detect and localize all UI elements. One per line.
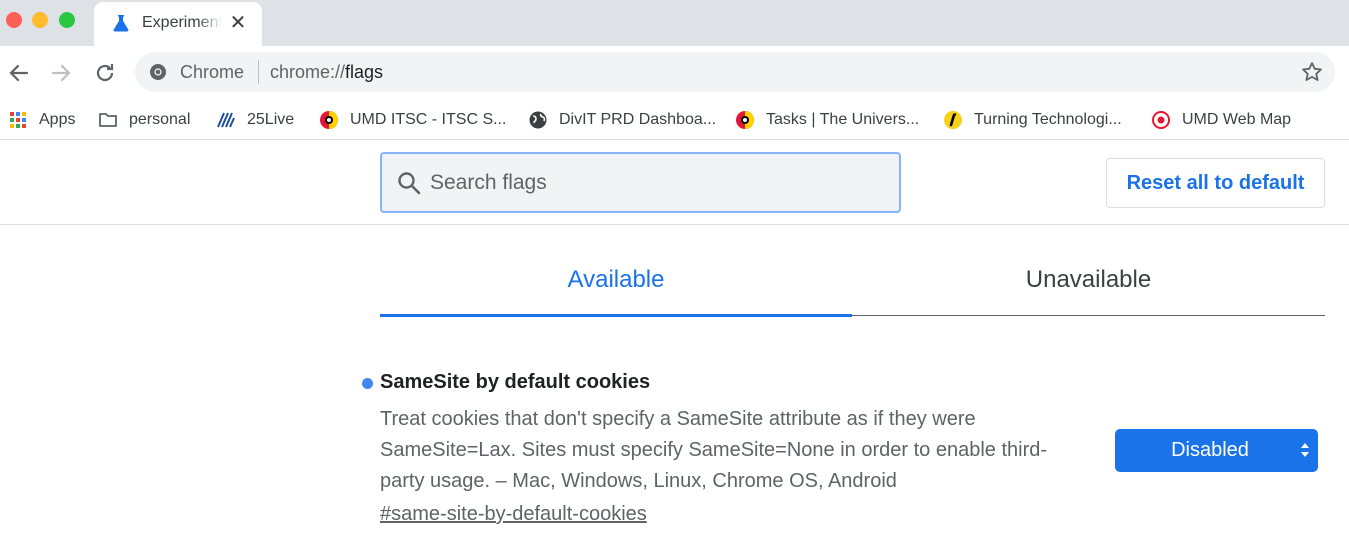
tab-strip: Experiments ✕ — [0, 0, 1349, 46]
minimize-window-button[interactable] — [32, 12, 48, 28]
25live-icon — [217, 112, 235, 128]
reload-icon[interactable] — [92, 60, 118, 86]
experiment-state-value: Disabled — [1171, 439, 1249, 461]
search-flags-input[interactable] — [430, 164, 870, 202]
flags-tabs: Available Unavailable — [380, 240, 1325, 318]
umd-map-icon — [1152, 111, 1170, 129]
search-box[interactable] — [380, 152, 901, 213]
omnibox-scheme-label: Chrome — [180, 62, 245, 82]
bookmark-label: UMD ITSC - ITSC S... — [350, 111, 507, 128]
select-updown-arrows-icon — [1301, 443, 1309, 457]
chrome-logo-icon — [150, 64, 166, 80]
forward-arrow-icon[interactable] — [48, 60, 74, 86]
bookmark-label: UMD Web Map — [1182, 111, 1292, 128]
omnibox-separator — [258, 60, 259, 84]
modified-indicator-dot — [362, 378, 373, 389]
omnibox-url: chrome://flags — [270, 62, 383, 83]
tab-unavailable[interactable]: Unavailable — [852, 240, 1325, 316]
bookmark-divit-dashboard[interactable]: DivIT PRD Dashboa... — [528, 106, 716, 134]
address-bar[interactable]: Chrome chrome://flags — [135, 52, 1335, 92]
reset-all-button[interactable]: Reset all to default — [1106, 158, 1325, 208]
bookmark-label: personal — [129, 111, 191, 128]
experiment-description: Treat cookies that don't specify a SameS… — [380, 408, 1048, 492]
selected-tab-indicator — [380, 314, 852, 317]
tab-available[interactable]: Available — [380, 240, 852, 316]
close-tab-icon[interactable]: ✕ — [226, 11, 250, 35]
omnibox-url-host: flags — [345, 62, 384, 82]
bookmark-label: DivIT PRD Dashboa... — [559, 111, 717, 128]
toolbar: Chrome chrome://flags — [0, 46, 1349, 100]
bookmark-star-icon[interactable] — [1300, 60, 1324, 84]
zoom-window-button[interactable] — [59, 12, 75, 28]
experiment-state-select[interactable]: Disabled — [1115, 429, 1318, 472]
globe-icon — [529, 111, 547, 129]
bookmark-label: Tasks | The Univers... — [766, 111, 920, 128]
close-window-button[interactable] — [6, 12, 22, 28]
bookmarks-bar: Apps personal 25Live UMD ITSC - ITSC S..… — [0, 100, 1349, 140]
search-icon — [398, 172, 421, 195]
experiment-permalink[interactable]: #same-site-by-default-cookies — [380, 503, 647, 526]
apps-grid-icon — [10, 112, 26, 128]
bookmark-label: Turning Technologi... — [974, 111, 1122, 128]
bookmark-label: Apps — [39, 111, 76, 128]
turning-logo-icon — [944, 111, 962, 129]
tab-divider — [852, 315, 1325, 316]
bookmark-label: 25Live — [247, 111, 295, 128]
flask-icon — [113, 15, 129, 32]
folder-icon — [99, 113, 117, 127]
umd-logo-icon — [320, 111, 338, 129]
bookmark-umd-itsc[interactable]: UMD ITSC - ITSC S... — [319, 106, 506, 134]
back-arrow-icon[interactable] — [6, 60, 32, 86]
browser-tab-experiments[interactable]: Experiments ✕ — [94, 2, 262, 46]
bookmark-umd-web-map[interactable]: UMD Web Map — [1151, 106, 1291, 134]
bookmark-tasks[interactable]: Tasks | The Univers... — [735, 106, 919, 134]
flags-header: Reset all to default — [0, 141, 1349, 225]
omnibox-url-prefix: chrome:// — [270, 62, 346, 82]
experiment-samesite: SameSite by default cookies Treat cookie… — [360, 368, 1340, 548]
bookmark-25live[interactable]: 25Live — [216, 106, 294, 134]
bookmark-apps[interactable]: Apps — [8, 106, 75, 134]
bookmark-turning-technologies[interactable]: Turning Technologi... — [943, 106, 1122, 134]
bookmark-personal[interactable]: personal — [98, 106, 190, 134]
umd-logo-icon — [736, 111, 754, 129]
tab-title: Experiments — [142, 14, 222, 31]
experiment-title: SameSite by default cookies — [380, 371, 651, 393]
